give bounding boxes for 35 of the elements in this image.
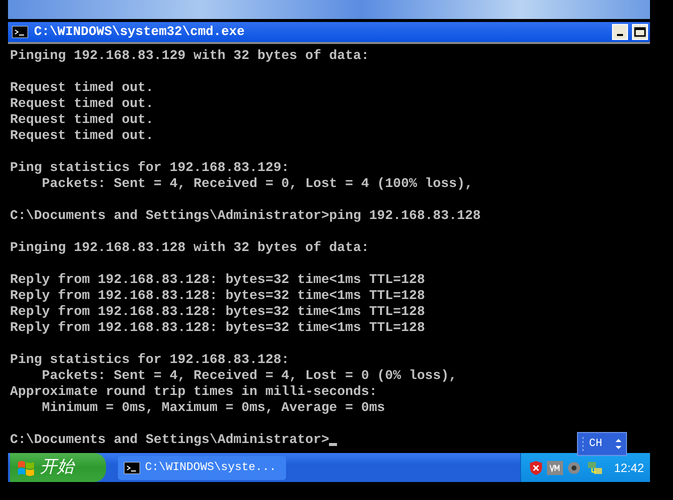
console-line: Packets: Sent = 4, Received = 4, Lost = 0 (0% loss),	[40, 368, 458, 384]
options-arrows-icon[interactable]	[615, 437, 622, 451]
grip-icon[interactable]	[582, 436, 585, 452]
console-line: Reply from 192.168.83.128: bytes=32 time<1ms TTL=128	[10, 304, 426, 320]
console-line: Reply from 192.168.83.128: bytes=32 time<1ms TTL=128	[10, 288, 426, 304]
clock: 12:42	[614, 460, 644, 476]
console-line: Request timed out.	[10, 112, 155, 128]
vm-icon[interactable]	[547, 460, 563, 474]
language-indicator[interactable]: CH	[589, 436, 602, 452]
shield-icon[interactable]	[529, 460, 543, 476]
console-line: Ping statistics for 192.168.83.128:	[10, 352, 290, 368]
console-line: C:\Documents and Settings\Administrator>ping 192.168.83.128	[10, 208, 482, 224]
minimize-button[interactable]	[612, 24, 628, 40]
windows-logo	[16, 458, 36, 476]
console-line: Reply from 192.168.83.128: bytes=32 time<1ms TTL=128	[10, 320, 426, 336]
window-title: C:\WINDOWS\system32\cmd.exe	[34, 23, 245, 42]
maximize-button[interactable]	[632, 24, 648, 40]
console-line: Pinging 192.168.83.128 with 32 bytes of data:	[10, 240, 370, 256]
command-prompt: C:\Documents and Settings\Administrator>	[10, 432, 330, 448]
console-line: Request timed out.	[10, 80, 155, 96]
console-line: Request timed out.	[10, 128, 155, 144]
console-line: Ping statistics for 192.168.83.129:	[10, 160, 290, 176]
start-button[interactable]: 开始	[10, 453, 106, 482]
maximize-icon	[634, 27, 646, 37]
console-line: Approximate round trip times in milli-seconds:	[10, 384, 378, 400]
network-icon[interactable]	[587, 460, 603, 476]
console-line: Reply from 192.168.83.128: bytes=32 time<1ms TTL=128	[10, 272, 426, 288]
cursor-icon	[329, 443, 338, 446]
console-icon	[124, 462, 140, 474]
taskbar-button[interactable]: C:\WINDOWS\syste...	[118, 456, 286, 480]
console-line: Pinging 192.168.83.129 with 32 bytes of data:	[10, 48, 370, 64]
console-icon	[12, 26, 28, 38]
console-line: Minimum = 0ms, Maximum = 0ms, Average = 0ms	[40, 400, 386, 416]
console-line: Packets: Sent = 4, Received = 0, Lost = 4 (100% loss),	[40, 176, 474, 192]
console-line: Request timed out.	[10, 96, 155, 112]
